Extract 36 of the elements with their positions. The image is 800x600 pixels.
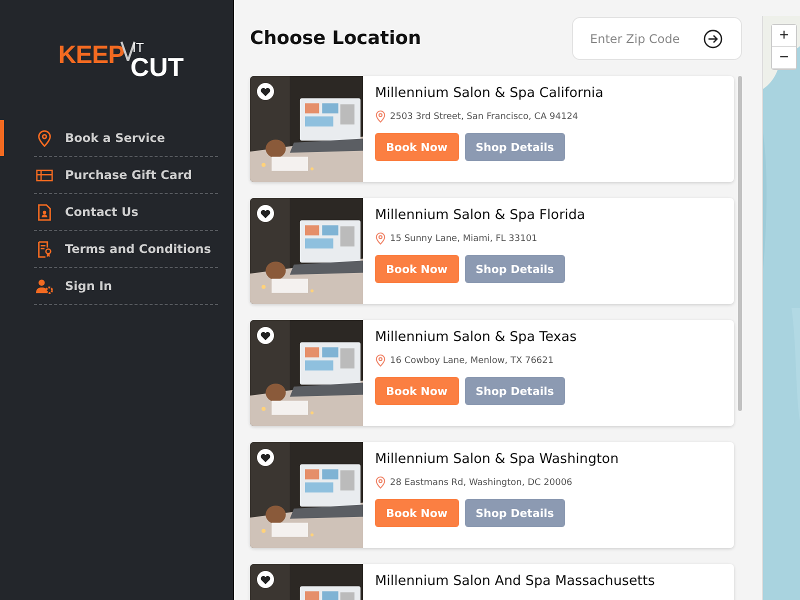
location-name: Millennium Salon & Spa Texas — [375, 329, 577, 345]
location-pin-icon — [36, 130, 53, 146]
page-title: Choose Location — [250, 28, 422, 48]
location-name: Millennium Salon & Spa Florida — [375, 207, 586, 223]
zip-code-field[interactable]: Enter Zip Code — [588, 30, 702, 46]
location-name: Millennium Salon & Spa Washington — [375, 451, 619, 467]
location-pin-icon — [375, 476, 386, 489]
shop-details-button[interactable]: Shop Details — [464, 255, 565, 283]
book-now-button[interactable]: Book Now — [375, 133, 459, 161]
certificate-icon — [36, 240, 53, 258]
user-settings-icon — [36, 278, 53, 294]
book-now-button[interactable]: Book Now — [375, 499, 459, 527]
book-now-button[interactable]: Book Now — [375, 255, 459, 283]
address-text: 15 Sunny Lane, Miami, FL 33101 — [390, 234, 538, 244]
contact-card-icon — [36, 204, 53, 220]
address-text: 2503 3rd Street, San Francisco, CA 94124 — [390, 112, 578, 122]
location-name: Millennium Salon And Spa Massachusetts — [375, 573, 655, 589]
scrollbar[interactable] — [738, 76, 742, 411]
location-pin-icon — [375, 232, 386, 245]
zoom-in-button[interactable]: + — [772, 25, 796, 47]
book-now-button[interactable]: Book Now — [375, 377, 459, 405]
nav-item[interactable]: Contact Us — [0, 194, 218, 230]
location-pin-icon — [375, 354, 386, 367]
nav-item[interactable]: Terms and Conditions — [0, 231, 218, 267]
address-text: 28 Eastmans Rd, Washington, DC 20006 — [390, 478, 572, 488]
location-pin-icon — [375, 110, 386, 123]
arrow-right-icon — [703, 28, 723, 48]
nav-item[interactable]: Purchase Gift Card — [0, 157, 218, 193]
shop-details-button[interactable]: Shop Details — [464, 499, 565, 527]
nav-item[interactable]: Book a Service — [0, 120, 218, 156]
nav-item[interactable]: Sign In — [0, 268, 218, 304]
location-name: Millennium Salon & Spa California — [375, 85, 604, 101]
address-text: 16 Cowboy Lane, Menlow, TX 76621 — [390, 356, 554, 366]
shop-details-button[interactable]: Shop Details — [464, 133, 565, 161]
shop-details-button[interactable]: Shop Details — [464, 377, 565, 405]
gift-card-icon — [36, 166, 53, 184]
